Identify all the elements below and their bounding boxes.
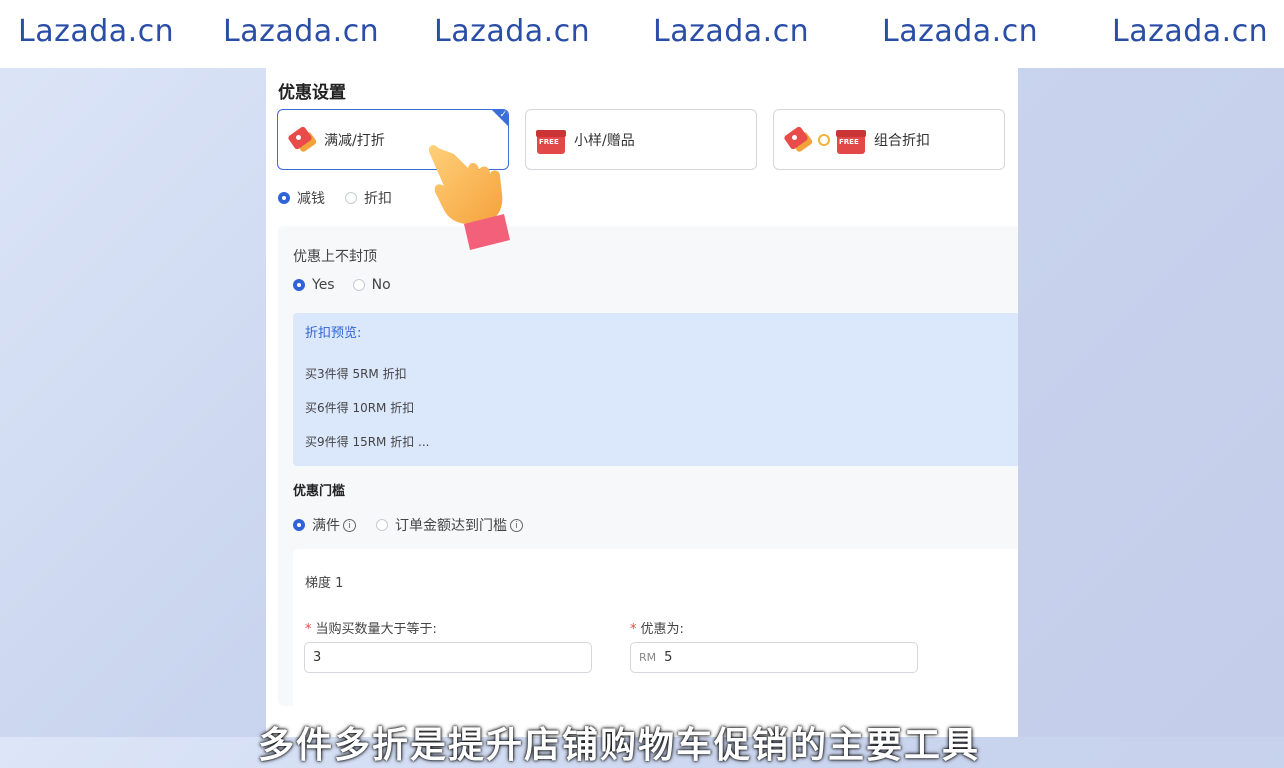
radio-threshold-amount[interactable] [376,519,388,531]
discount-amount-input[interactable]: RM 5 [630,642,918,673]
free-gift-icon: FREE [836,126,866,154]
watermark-text: Lazada.cn [223,14,380,49]
radio-label: 满件 [312,518,340,534]
required-mark: * [630,622,637,637]
plus-dot-icon [818,133,830,146]
promotion-settings-panel: 优惠设置 满减/打折 ✓ FREE 小样/赠品 FREE 组合折扣 减钱 折扣 [266,68,1018,737]
video-subtitle: 多件多折是提升店铺购物车促销的主要工具 [258,725,981,766]
qty-field-label: * 当购买数量大于等于: [305,618,437,637]
radio-threshold-items[interactable] [293,519,305,531]
watermark-banner: Lazada.cn Lazada.cn Lazada.cn Lazada.cn … [0,0,1284,68]
threshold-radio-group: 满件 i 订单金额达到门槛 i [293,515,523,535]
cap-radio-group: Yes No [293,277,391,293]
discount-value: 5 [664,650,673,665]
price-tag-icon [287,125,318,154]
check-icon: ✓ [499,110,507,120]
preview-line: 买9件得 15RM 折扣 ... [305,435,430,449]
quantity-input[interactable]: 3 [304,642,592,673]
watermark-text: Lazada.cn [18,14,175,49]
watermark-text: Lazada.cn [653,14,810,49]
quantity-value: 3 [313,650,322,665]
radio-label: 折扣 [364,191,392,207]
cap-label: 优惠上不封顶 [293,249,377,265]
radio-label: No [371,277,391,293]
currency-prefix: RM [639,651,657,664]
watermark-text: Lazada.cn [434,14,591,49]
card-label: 满减/打折 [324,132,385,149]
section-title: 优惠设置 [278,83,346,103]
qty-label-text: 当购买数量大于等于: [315,622,437,637]
preview-title: 折扣预览: [305,326,362,341]
discount-field-label: * 优惠为: [630,618,684,637]
preview-line: 买3件得 5RM 折扣 [305,367,407,381]
promo-type-card-combo[interactable]: FREE 组合折扣 [773,109,1005,170]
required-mark: * [305,622,312,637]
tier-title: 梯度 1 [305,576,344,591]
discount-type-radio-group: 减钱 折扣 [278,188,392,208]
free-gift-icon: FREE [536,126,566,154]
pointing-hand-icon [428,145,510,250]
info-icon[interactable]: i [510,518,523,532]
radio-reduce-money[interactable] [278,192,290,204]
radio-discount[interactable] [345,192,357,204]
watermark-text: Lazada.cn [882,14,1039,49]
info-icon[interactable]: i [343,518,356,532]
discount-preview: 折扣预览: 买3件得 5RM 折扣 买6件得 10RM 折扣 买9件得 15RM… [293,313,1018,466]
threshold-label: 优惠门槛 [293,484,346,499]
card-label: 小样/赠品 [574,132,635,149]
radio-label: 减钱 [297,191,325,207]
price-tag-icon [783,125,814,154]
card-label: 组合折扣 [874,132,930,149]
radio-cap-yes[interactable] [293,279,305,291]
watermark-text: Lazada.cn [1112,14,1269,49]
radio-cap-no[interactable] [352,279,365,291]
promo-type-card-gift[interactable]: FREE 小样/赠品 [525,109,757,170]
discount-label-text: 优惠为: [640,622,684,637]
radio-label: 订单金额达到门槛 [395,518,507,534]
preview-line: 买6件得 10RM 折扣 [305,401,415,415]
radio-label: Yes [312,277,335,293]
